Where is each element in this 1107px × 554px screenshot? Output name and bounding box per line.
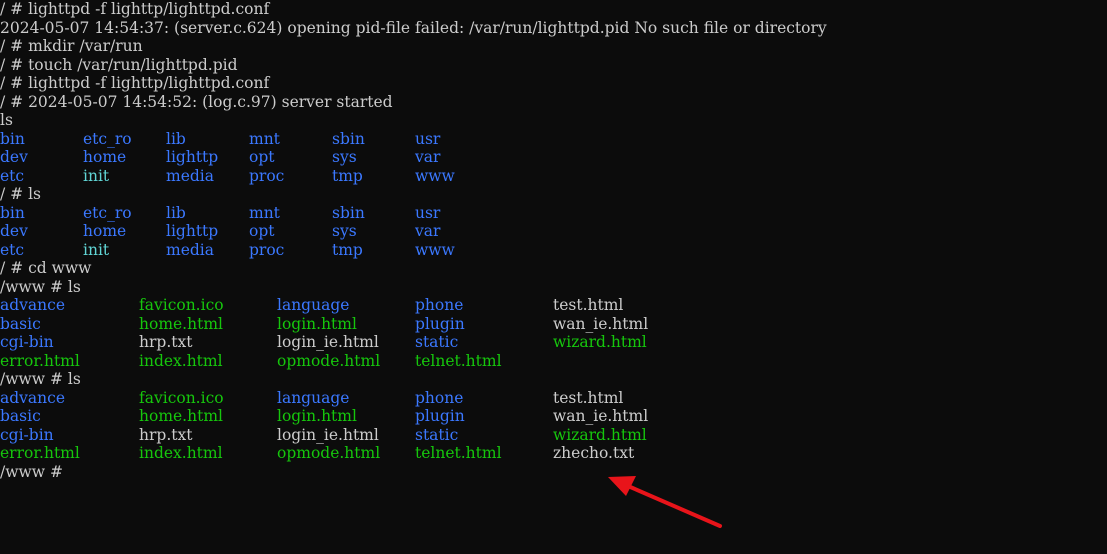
red-arrow-icon (608, 476, 722, 528)
